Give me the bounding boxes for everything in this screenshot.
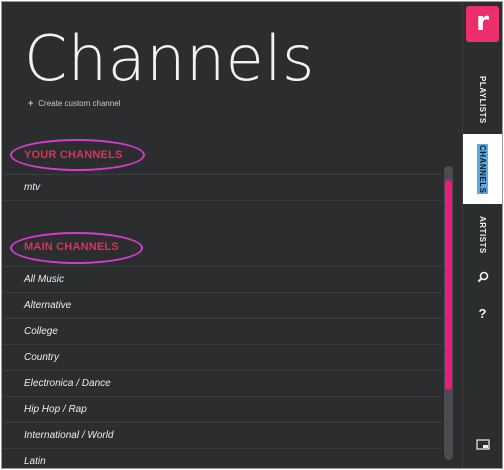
- logo-letter: r: [476, 7, 489, 37]
- side-navigation: r PLAYLISTS CHANNELS ARTISTS ?: [462, 2, 502, 468]
- main-channel-row[interactable]: College: [2, 318, 442, 344]
- channel-label: Country: [24, 352, 60, 363]
- tab-artists-label: ARTISTS: [478, 216, 487, 254]
- your-channel-row[interactable]: mtv: [2, 174, 442, 200]
- main-channels-header: MAIN CHANNELS: [24, 241, 119, 253]
- channel-label: College: [24, 326, 58, 337]
- main-channel-row[interactable]: Hip Hop / Rap: [2, 396, 442, 422]
- main-channel-row[interactable]: Country: [2, 344, 442, 370]
- channel-label: Hip Hop / Rap: [24, 404, 87, 415]
- tab-channels[interactable]: CHANNELS: [463, 134, 502, 204]
- divider: [2, 200, 442, 201]
- channel-label: mtv: [24, 182, 41, 193]
- channels-panel: Channels + Create custom channel YOUR CH…: [2, 2, 462, 468]
- main-channel-row[interactable]: International / World: [2, 422, 442, 448]
- fullscreen-icon[interactable]: [463, 434, 502, 456]
- channel-label: International / World: [24, 430, 114, 441]
- tab-artists[interactable]: ARTISTS: [463, 212, 502, 258]
- plus-icon: +: [28, 98, 34, 108]
- app-window: Channels + Create custom channel YOUR CH…: [1, 1, 503, 469]
- channel-label: Latin: [24, 456, 46, 467]
- main-channel-row[interactable]: Electronica / Dance: [2, 370, 442, 396]
- channel-label: All Music: [24, 274, 65, 285]
- tab-playlists[interactable]: PLAYLISTS: [463, 74, 502, 126]
- tab-playlists-label: PLAYLISTS: [478, 76, 487, 124]
- create-custom-channel-label: Create custom channel: [38, 98, 121, 108]
- scrollbar-thumb[interactable]: [445, 180, 452, 390]
- help-icon[interactable]: ?: [463, 302, 502, 324]
- search-icon[interactable]: [463, 266, 502, 288]
- main-channel-row[interactable]: Latin: [2, 448, 442, 468]
- page-title: Channels: [24, 22, 315, 95]
- app-logo[interactable]: r: [466, 6, 499, 42]
- your-channels-header: YOUR CHANNELS: [24, 149, 123, 161]
- tab-channels-label: CHANNELS: [477, 143, 488, 195]
- main-channel-row[interactable]: Alternative: [2, 292, 442, 318]
- create-custom-channel-link[interactable]: + Create custom channel: [28, 98, 121, 108]
- help-label: ?: [478, 305, 487, 321]
- channel-label: Alternative: [24, 300, 72, 311]
- channel-label: Electronica / Dance: [24, 378, 111, 389]
- main-channel-row[interactable]: All Music: [2, 266, 442, 292]
